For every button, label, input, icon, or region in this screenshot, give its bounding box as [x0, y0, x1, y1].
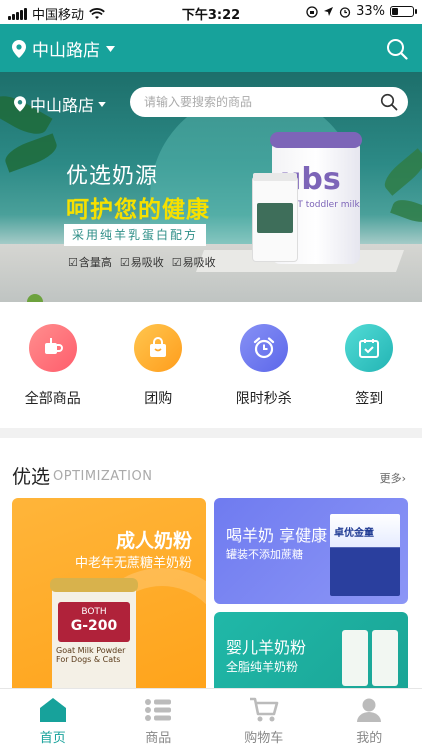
banner-slogan-3: 采用纯羊乳蛋白配方	[64, 224, 207, 246]
calendar-check-icon	[359, 339, 380, 358]
section-divider	[0, 428, 422, 438]
box-label: 卓优金童	[334, 528, 374, 539]
small-can-image	[252, 173, 298, 262]
section-subtitle: OPTIMIZATION	[53, 469, 153, 484]
leaf-decoration	[379, 148, 422, 196]
milk-can-image	[372, 630, 398, 686]
location-pin-icon	[12, 39, 26, 58]
status-bar: 中国移动 下午3:22 33%	[0, 0, 422, 24]
more-label: 更多	[379, 472, 402, 485]
leaf-decoration	[390, 195, 422, 227]
adult-milk-powder-card[interactable]: 成人奶粉 中老年无蔗糖羊奶粉 BOTH G-200 Goat Milk Powd…	[12, 498, 206, 698]
milk-box-image: 卓优金童	[330, 514, 400, 596]
tin-line: Goat Milk Powder	[56, 646, 126, 655]
location-pin-icon	[14, 96, 26, 112]
search-bar[interactable]	[130, 87, 408, 117]
top-nav-bar: 中山路店	[0, 24, 422, 72]
store-selector[interactable]: 中山路店	[12, 36, 115, 61]
banner-features: 含量高 易吸收 易吸收	[68, 254, 216, 270]
battery-percent: 33%	[356, 4, 385, 19]
tab-profile[interactable]: 我的	[317, 689, 422, 750]
card-subtitle: 罐装不添加蔗糖	[226, 548, 303, 561]
card-title: 喝羊奶 享健康	[226, 526, 328, 545]
tab-label: 我的	[356, 731, 383, 746]
bottom-tab-bar: 首页 商品 购物车 我的	[0, 688, 422, 750]
caret-down-icon	[98, 101, 106, 107]
tin-brand-label: BOTH G-200	[58, 602, 130, 642]
tab-home[interactable]: 首页	[0, 689, 106, 750]
card-subtitle: 全脂纯羊奶粉	[226, 660, 299, 674]
category-label: 限时秒杀	[235, 391, 292, 407]
tin-brand: BOTH	[81, 607, 107, 617]
cup-icon	[44, 338, 63, 354]
card-title: 婴儿羊奶粉	[226, 638, 307, 657]
category-all-products[interactable]: 全部商品	[8, 324, 98, 428]
card-subtitle: 中老年无蔗糖羊奶粉	[74, 556, 192, 571]
rotation-lock-icon	[306, 5, 318, 18]
tab-label: 购物车	[244, 731, 284, 746]
category-label: 团购	[144, 391, 173, 407]
banner-slogan-2: 呵护您的健康	[66, 197, 210, 223]
more-link[interactable]: 更多›	[380, 470, 406, 486]
tab-cart[interactable]: 购物车	[211, 689, 317, 750]
category-group-buy[interactable]: 团购	[113, 324, 203, 428]
battery-icon	[390, 6, 417, 17]
feature-item: 含量高	[68, 254, 112, 270]
card-title: 成人奶粉	[115, 530, 192, 552]
tab-products[interactable]: 商品	[106, 689, 212, 750]
status-right: 33%	[306, 4, 417, 19]
banner-store-name: 中山路店	[30, 96, 95, 115]
shopping-bag-icon	[150, 337, 167, 357]
search-input[interactable]	[130, 87, 360, 117]
category-icon-bg	[28, 324, 77, 372]
milk-tin-image: BOTH G-200 Goat Milk Powder For Dogs & C…	[50, 578, 138, 698]
list-icon	[145, 699, 172, 721]
promo-banner[interactable]: 中山路店 优选奶源 呵护您的健康 采用纯羊乳蛋白配方 含量高 易吸收 易吸收 u…	[0, 72, 422, 302]
banner-store-selector[interactable]: 中山路店	[14, 92, 106, 116]
category-label: 全部商品	[24, 391, 81, 407]
category-icon-bg	[134, 324, 183, 372]
store-name: 中山路店	[32, 41, 100, 61]
home-icon	[39, 698, 66, 722]
optimization-section-header: 优选 OPTIMIZATION 更多›	[0, 438, 422, 498]
alarm-clock-icon	[253, 337, 274, 359]
milk-can-image	[342, 630, 368, 686]
feature-item: 易吸收	[120, 254, 164, 270]
leaf-decoration	[1, 133, 61, 173]
goat-milk-card[interactable]: 喝羊奶 享健康 罐装不添加蔗糖 卓优金童	[214, 498, 408, 604]
category-shortcuts: 全部商品 团购 限时秒杀 签到	[0, 302, 422, 428]
alarm-icon	[339, 6, 351, 18]
tin-line: For Dogs & Cats	[56, 655, 121, 664]
category-label: 签到	[355, 391, 384, 407]
tin-model: G-200	[70, 618, 118, 634]
section-title: 优选	[12, 466, 51, 488]
cart-icon	[249, 697, 279, 722]
tab-label: 商品	[145, 731, 172, 746]
search-icon[interactable]	[380, 93, 398, 111]
category-icon-bg	[345, 324, 394, 372]
category-check-in[interactable]: 签到	[324, 324, 414, 428]
location-arrow-icon	[324, 7, 334, 16]
category-flash-sale[interactable]: 限时秒杀	[219, 324, 309, 428]
search-icon[interactable]	[386, 38, 408, 60]
feature-item: 易吸收	[172, 254, 216, 270]
caret-down-icon	[106, 45, 115, 52]
category-icon-bg	[239, 324, 288, 372]
tin-description: Goat Milk Powder For Dogs & Cats	[56, 646, 125, 664]
user-icon	[357, 698, 382, 722]
tab-label: 首页	[39, 731, 66, 746]
banner-slogan-1: 优选奶源	[66, 164, 159, 189]
